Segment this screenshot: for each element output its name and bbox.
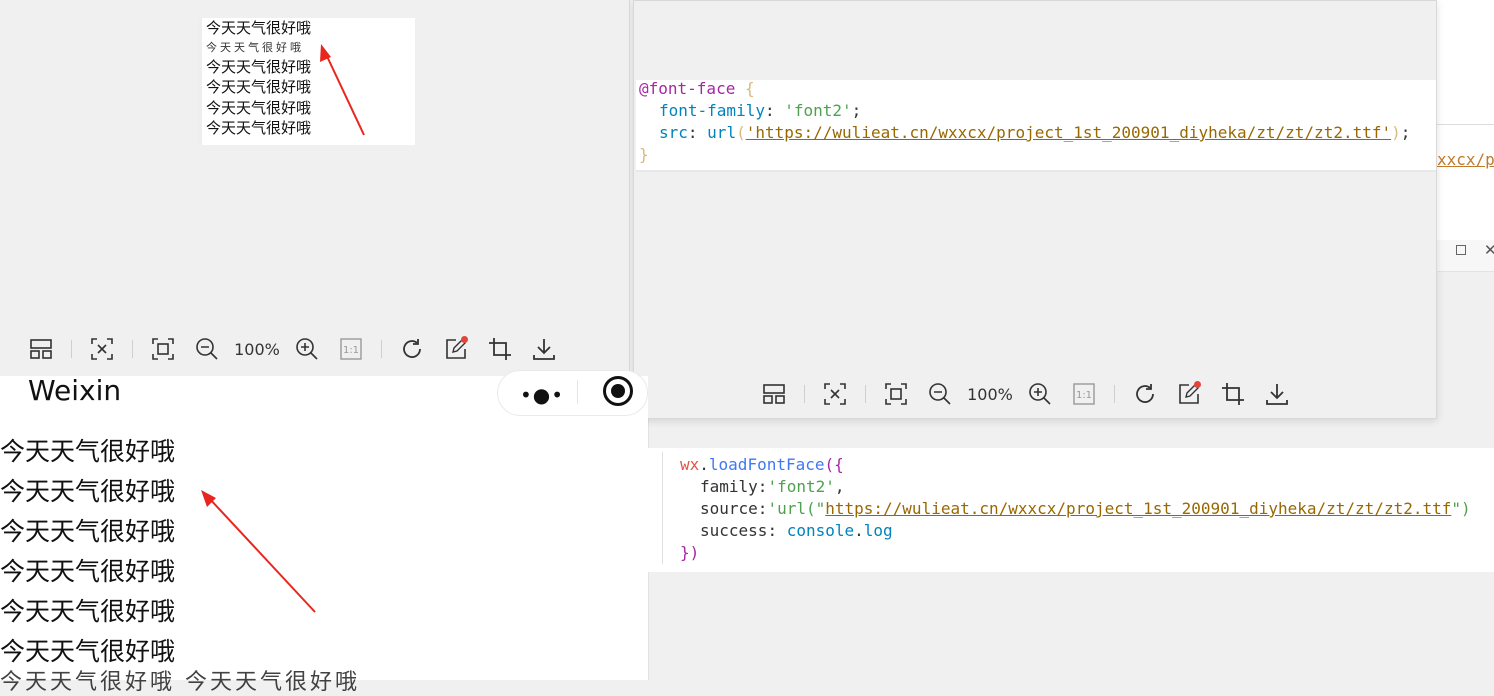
toolbar-divider: [1114, 385, 1115, 403]
image-text-line-fuzzy: 今天天气很好哦: [206, 40, 304, 54]
previewed-image: 今天天气很好哦 今天天气很好哦 今天天气很好哦 今天天气很好哦 今天天气很好哦 …: [198, 18, 415, 145]
toolbar-divider: [71, 340, 72, 358]
rotate-icon[interactable]: [396, 333, 428, 365]
code-line-5: }): [680, 543, 700, 562]
background-panel: [1437, 0, 1494, 240]
actual-size-icon[interactable]: 1:1: [335, 333, 367, 365]
phone-text-line: 今天天气很好哦: [0, 597, 176, 626]
phone-text-line: 今天天气很好哦: [0, 437, 176, 466]
layout-icon[interactable]: [758, 378, 790, 410]
phone-text-list: 今天天气很好哦 今天天气很好哦 今天天气很好哦 今天天气很好哦 今天天气很好哦 …: [0, 432, 175, 672]
notification-dot: [1194, 381, 1201, 388]
close-icon[interactable]: ✕: [1484, 241, 1494, 259]
close-miniprogram-icon-dot: [611, 384, 625, 398]
code-line-3: src: url('https://wulieat.cn/wxxcx/proje…: [659, 123, 1411, 142]
code-line-3: source:'url("https://wulieat.cn/wxxcx/pr…: [700, 499, 1471, 518]
image-text-line: 今天天气很好哦: [206, 98, 312, 117]
image-text-line: 今天天气很好哦: [206, 57, 312, 76]
image-text-line: 今天天气很好哦: [206, 119, 312, 137]
zoom-out-icon[interactable]: [191, 333, 223, 365]
viewer-toolbar-left: 100% 1:1: [19, 327, 566, 371]
actual-size-icon[interactable]: 1:1: [1068, 378, 1100, 410]
notification-dot: [461, 336, 468, 343]
svg-text:1:1: 1:1: [1076, 390, 1092, 401]
toolbar-divider: [132, 340, 133, 358]
phone-text-line: 今天天气很好哦: [0, 477, 176, 506]
zoom-level: 100%: [967, 384, 1013, 404]
edit-icon[interactable]: [440, 333, 472, 365]
phone-text-line: 今天天气很好哦: [0, 517, 176, 546]
toolbar-divider: [804, 385, 805, 403]
svg-text:1:1: 1:1: [343, 345, 359, 356]
code-line-1: wx.loadFontFace({: [680, 455, 844, 474]
zoom-in-icon[interactable]: [291, 333, 323, 365]
edit-icon[interactable]: [1173, 378, 1205, 410]
toolbar-divider: [865, 385, 866, 403]
page-title: Weixin: [28, 374, 122, 407]
code-line-4: success: console.log: [700, 521, 893, 540]
css-code-panel: @font-face { font-family: 'font2'; src: …: [636, 79, 1436, 172]
image-text-line: 今天天气很好哦: [206, 78, 312, 96]
fit-screen-icon[interactable]: [86, 333, 118, 365]
indent-guide: [662, 452, 663, 564]
code-line-4: }: [639, 145, 649, 164]
capsule-divider: [577, 380, 578, 404]
download-icon[interactable]: [1261, 378, 1293, 410]
phone-text-line: 今天天气很好哦: [0, 557, 176, 586]
zoom-level: 100%: [234, 339, 280, 359]
zoom-in-icon[interactable]: [1024, 378, 1056, 410]
crop-icon[interactable]: [484, 333, 516, 365]
rotate-icon[interactable]: [1129, 378, 1161, 410]
code-line-1: @font-face {: [639, 79, 755, 98]
fullscreen-icon[interactable]: [880, 378, 912, 410]
layout-icon[interactable]: [25, 333, 57, 365]
toolbar-divider: [381, 340, 382, 358]
maximize-icon[interactable]: [1456, 245, 1466, 255]
code-line-2: family:'font2',: [700, 477, 845, 496]
js-code-panel: wx.loadFontFace({ family:'font2', source…: [648, 448, 1494, 572]
more-icon[interactable]: •●•: [520, 383, 564, 407]
fit-screen-icon[interactable]: [819, 378, 851, 410]
image-text-line: 今天天气很好哦: [206, 19, 312, 37]
background-code-fragment-text: xxcx/pr: [1437, 150, 1494, 169]
viewer-toolbar-right: 100% 1:1: [752, 372, 1299, 416]
code-line-2: font-family: 'font2';: [659, 101, 862, 120]
crop-icon[interactable]: [1217, 378, 1249, 410]
fullscreen-icon[interactable]: [147, 333, 179, 365]
image-viewer-window-left: 今天天气很好哦 今天天气很好哦 今天天气很好哦 今天天气很好哦 今天天气很好哦 …: [0, 0, 630, 376]
image-viewer-window-right: 100% 1:1: [633, 0, 1437, 419]
download-icon[interactable]: [528, 333, 560, 365]
phone-text-line-cut: 今天天气很好哦 今天天气很好哦: [0, 670, 360, 695]
zoom-out-icon[interactable]: [924, 378, 956, 410]
